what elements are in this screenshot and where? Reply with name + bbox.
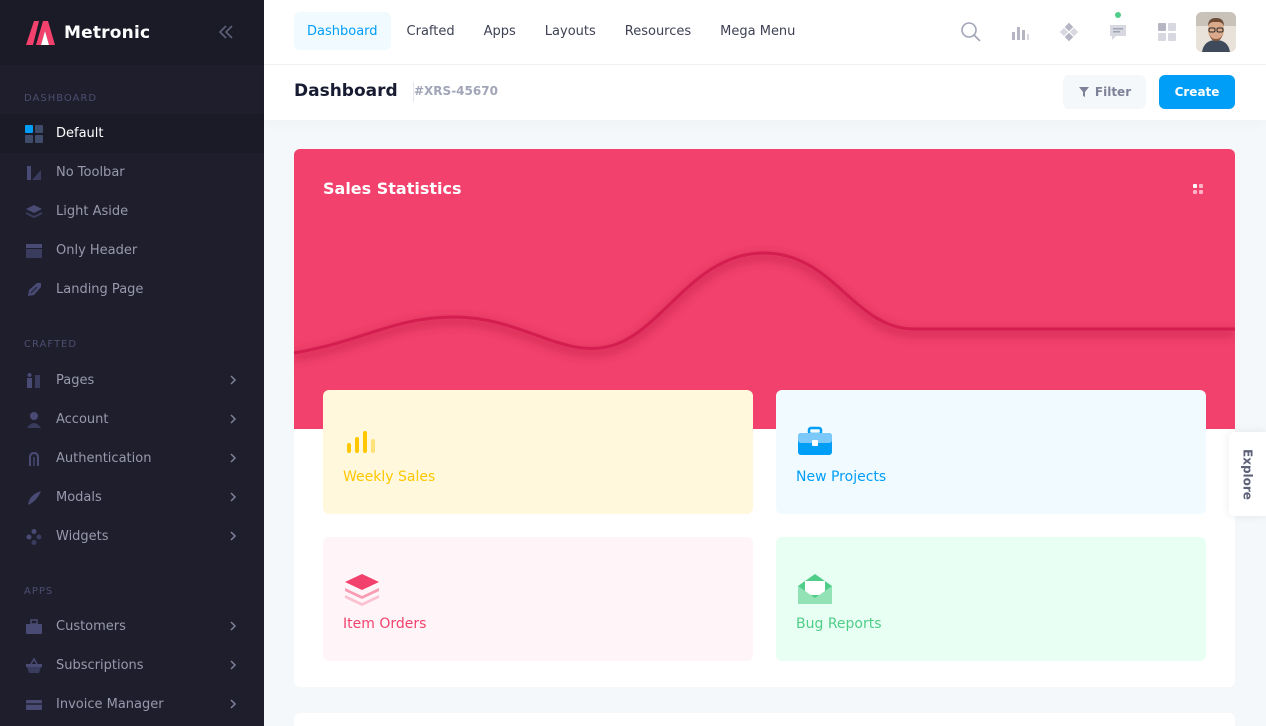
chevron-right-icon <box>230 414 237 424</box>
nav-mega-menu[interactable]: Mega Menu <box>707 12 808 50</box>
invoice-icon <box>24 695 44 715</box>
header-icon <box>24 241 44 261</box>
explore-button[interactable]: Explore <box>1229 432 1266 516</box>
pages-icon <box>24 371 44 391</box>
nav-dashboard[interactable]: Dashboard <box>294 12 391 50</box>
chevron-right-icon <box>230 453 237 463</box>
nav-apps[interactable]: Apps <box>471 12 529 50</box>
widgets-icon <box>24 527 44 547</box>
filter-icon <box>1078 87 1089 97</box>
sidebar-item-label: No Toolbar <box>56 165 125 180</box>
avatar[interactable] <box>1196 12 1236 52</box>
chevron-right-icon <box>230 660 237 670</box>
sidebar-item-customers[interactable]: Customers <box>0 607 264 646</box>
sidebar-item-label: Subscriptions <box>56 658 144 673</box>
sidebar-item-label: Light Aside <box>56 204 129 219</box>
bar-chart-icon <box>347 431 375 453</box>
section-dashboard: DASHBOARD <box>24 93 98 104</box>
sidebar-item-authentication[interactable]: Authentication <box>0 439 264 478</box>
logo-icon <box>26 20 55 45</box>
tile-new-projects[interactable]: New Projects <box>776 390 1206 514</box>
chat-icon[interactable] <box>1098 12 1138 52</box>
nav-resources[interactable]: Resources <box>612 12 704 50</box>
tile-bug-reports[interactable]: Bug Reports <box>776 537 1206 661</box>
grid-icon <box>24 124 44 144</box>
envelope-icon <box>798 574 832 604</box>
fingerprint-icon <box>24 449 44 469</box>
top-header: Dashboard Crafted Apps Layouts Resources… <box>264 0 1266 65</box>
tile-item-orders[interactable]: Item Orders <box>323 537 753 661</box>
sidebar-item-label: Authentication <box>56 451 152 466</box>
brand-name: Metronic <box>64 22 151 43</box>
layers-icon <box>24 202 44 222</box>
sidebar-item-label: Invoice Manager <box>56 697 164 712</box>
modals-icon <box>24 488 44 508</box>
nav-layouts[interactable]: Layouts <box>532 12 609 50</box>
sales-statistics-card: Sales Statistics Weekly Sales New Projec… <box>294 149 1235 687</box>
section-crafted: CRAFTED <box>24 339 78 350</box>
sidebar-item-invoice-manager[interactable]: Invoice Manager <box>0 685 264 724</box>
sidebar-item-label: Modals <box>56 490 102 505</box>
sidebar-item-landing-page[interactable]: Landing Page <box>0 270 264 309</box>
sidebar-item-label: Widgets <box>56 529 109 544</box>
sidebar-item-label: Landing Page <box>56 282 144 297</box>
section-apps: APPS <box>24 586 54 597</box>
sidebar-item-label: Customers <box>56 619 126 634</box>
sidebar-item-widgets[interactable]: Widgets <box>0 517 264 556</box>
create-button[interactable]: Create <box>1159 75 1235 109</box>
chevron-right-icon <box>230 375 237 385</box>
sidebar-item-label: Pages <box>56 373 95 388</box>
chevron-right-icon <box>230 621 237 631</box>
collapse-sidebar-icon[interactable] <box>216 22 236 42</box>
card-title: Sales Statistics <box>323 179 462 198</box>
rocket-icon <box>24 280 44 300</box>
card-hero: Sales Statistics <box>294 149 1235 429</box>
filter-label: Filter <box>1094 85 1132 99</box>
sidebar: Metronic DASHBOARD Default No Toolbar Li… <box>0 0 264 726</box>
sidebar-item-pages[interactable]: Pages <box>0 361 264 400</box>
search-icon[interactable] <box>951 12 991 52</box>
tile-label: New Projects <box>796 469 887 485</box>
sidebar-item-label: Default <box>56 126 104 141</box>
sidebar-item-subscriptions[interactable]: Subscriptions <box>0 646 264 685</box>
layers-icon <box>345 574 379 606</box>
sidebar-item-account[interactable]: Account <box>0 400 264 439</box>
tile-weekly-sales[interactable]: Weekly Sales <box>323 390 753 514</box>
page-toolbar: Dashboard #XRS-45670 Filter Create <box>264 65 1266 120</box>
toolbar-icon <box>24 163 44 183</box>
page-code: #XRS-45670 <box>414 84 498 98</box>
main-nav: Dashboard Crafted Apps Layouts Resources… <box>294 12 811 50</box>
next-card <box>294 713 1235 726</box>
sidebar-item-light-aside[interactable]: Light Aside <box>0 192 264 231</box>
basket-icon <box>24 656 44 676</box>
chevron-right-icon <box>230 531 237 541</box>
chevron-right-icon <box>230 492 237 502</box>
header-toolbar <box>942 12 1236 52</box>
briefcase-icon <box>24 617 44 637</box>
sidebar-item-label: Account <box>56 412 109 427</box>
quick-links-icon[interactable] <box>1049 12 1089 52</box>
brand: Metronic <box>0 0 264 65</box>
filter-button[interactable]: Filter <box>1063 75 1146 109</box>
card-menu-icon[interactable] <box>1191 182 1205 196</box>
sidebar-item-default[interactable]: Default <box>0 114 264 153</box>
sidebar-item-no-toolbar[interactable]: No Toolbar <box>0 153 264 192</box>
user-icon <box>24 410 44 430</box>
nav-crafted[interactable]: Crafted <box>394 12 468 50</box>
apps-grid-icon[interactable] <box>1147 12 1187 52</box>
sidebar-item-label: Only Header <box>56 243 138 258</box>
activity-chart-icon[interactable] <box>1000 12 1040 52</box>
chevron-right-icon <box>230 699 237 709</box>
notification-dot <box>1115 12 1121 18</box>
explore-label: Explore <box>1240 448 1255 500</box>
page-title: Dashboard <box>294 81 398 101</box>
sidebar-item-only-header[interactable]: Only Header <box>0 231 264 270</box>
tile-label: Weekly Sales <box>343 469 436 485</box>
tile-label: Bug Reports <box>796 616 882 632</box>
briefcase-icon <box>798 426 832 455</box>
tile-label: Item Orders <box>343 616 427 632</box>
sidebar-item-modals[interactable]: Modals <box>0 478 264 517</box>
